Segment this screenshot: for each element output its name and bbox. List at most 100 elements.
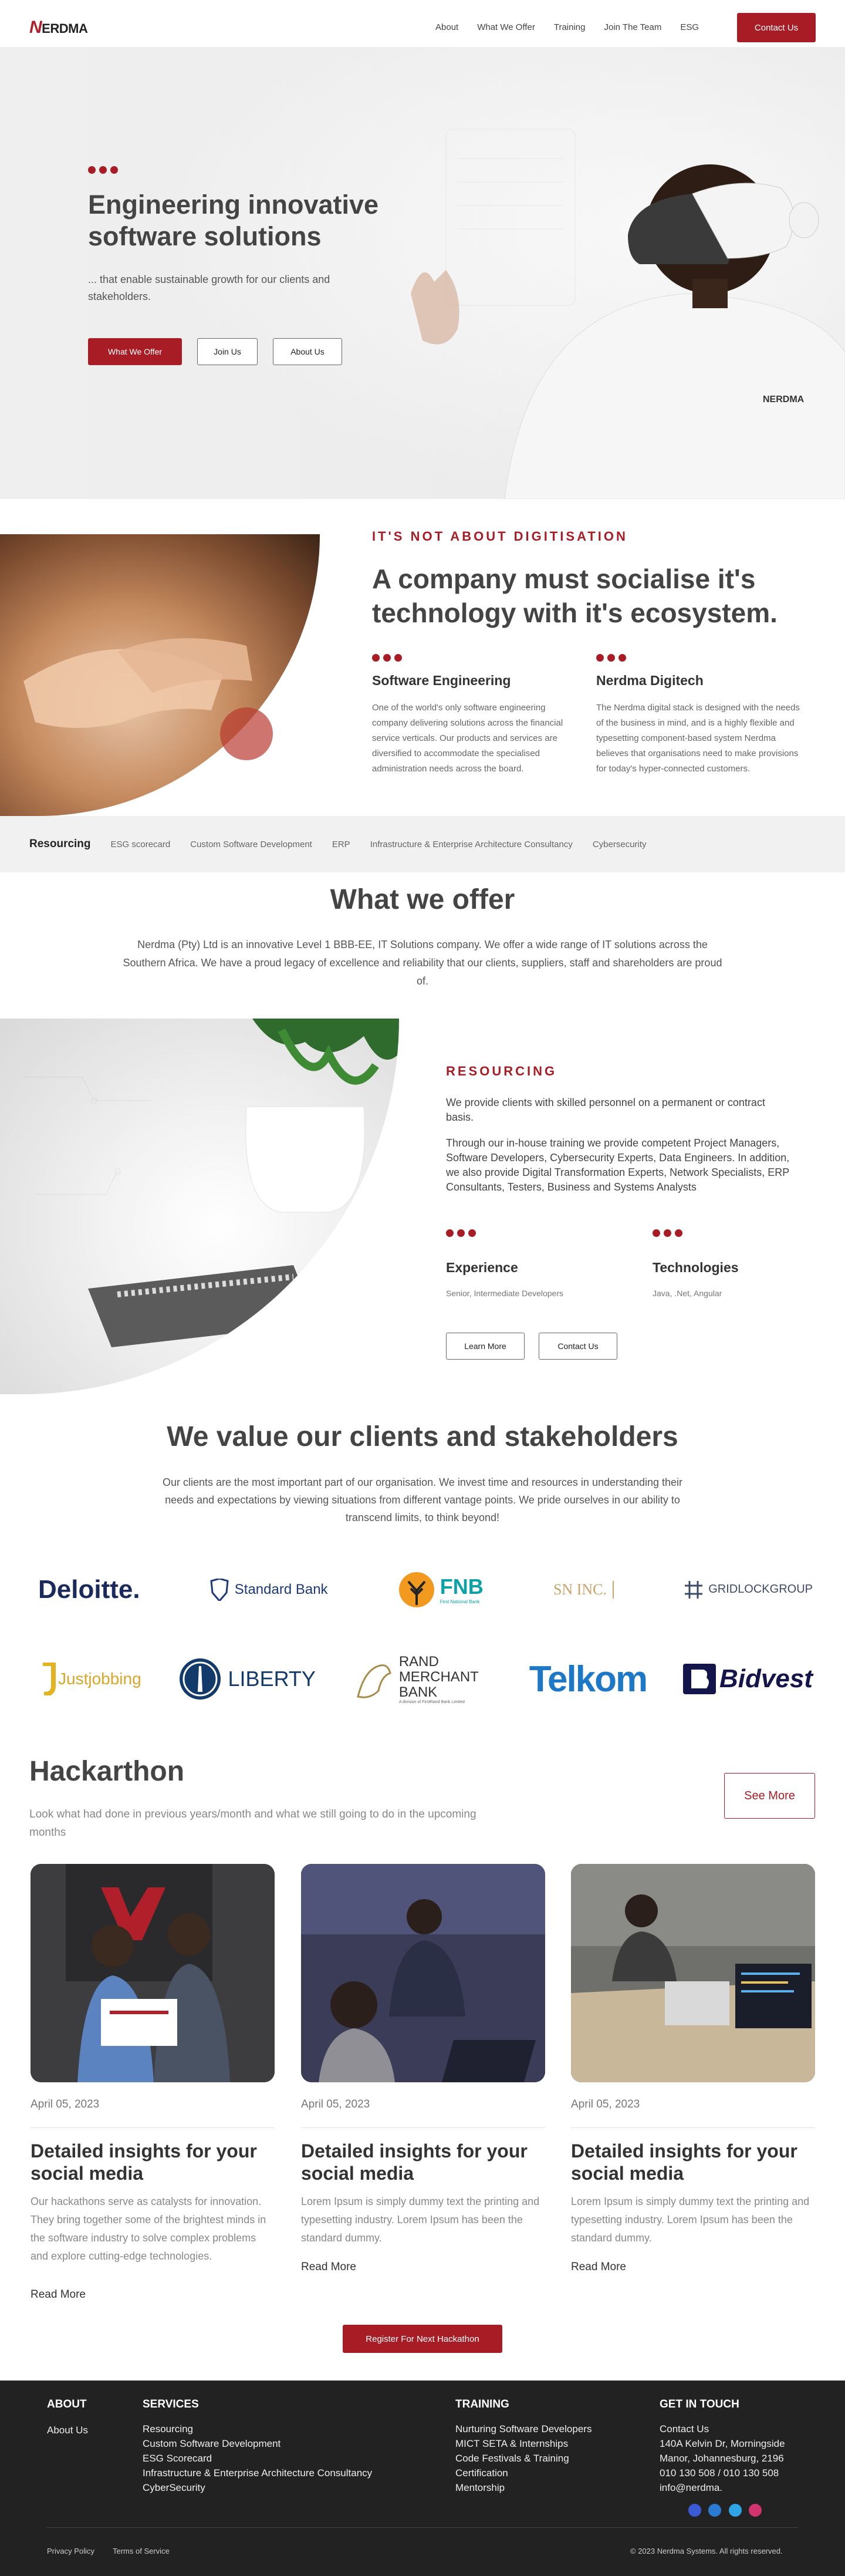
gridlock-icon xyxy=(685,1580,703,1599)
software-engineering-text: One of the world's only software enginee… xyxy=(372,703,563,774)
plant-notebook-image xyxy=(0,1019,399,1394)
bidvest-logo: Bidvest xyxy=(683,1664,813,1694)
nav-join-the-team[interactable]: Join The Team xyxy=(604,22,662,32)
footer-address-line-1: 140A Kelvin Dr, Morningside xyxy=(660,2438,785,2449)
footer-link-cybersecurity[interactable]: CyberSecurity xyxy=(143,2480,205,2495)
hackathon-card-2-read-more[interactable]: Read More xyxy=(301,2261,356,2274)
hackathon-card-3-title: Detailed insights for your social media xyxy=(571,2140,797,2184)
nav-what-we-offer[interactable]: What We Offer xyxy=(477,22,535,32)
resourcing-kicker: RESOURCING xyxy=(446,1064,557,1078)
main-nav: About What We Offer Training Join The Te… xyxy=(435,22,699,32)
hackathon-card-3-date: April 05, 2023 xyxy=(571,2098,640,2110)
standard-bank-shield-icon xyxy=(210,1578,229,1601)
footer-link-custom-software[interactable]: Custom Software Development xyxy=(143,2436,280,2451)
about-us-button[interactable]: About Us xyxy=(273,338,342,365)
footer-link-nurturing[interactable]: Nurturing Software Developers xyxy=(455,2422,592,2436)
footer-divider xyxy=(47,2527,798,2528)
hackathon-card-3-read-more[interactable]: Read More xyxy=(571,2261,626,2274)
resourcing-p1: We provide clients with skilled personne… xyxy=(446,1097,765,1123)
rmb-logo: RAND MERCHANT BANK A division of FirstRa… xyxy=(352,1654,493,1704)
tab-esg-scorecard[interactable]: ESG scorecard xyxy=(111,839,171,849)
footer-contact-heading: GET IN TOUCH xyxy=(660,2398,739,2410)
nav-training[interactable]: Training xyxy=(554,22,586,32)
col2-dots xyxy=(596,654,626,662)
client-logos-row-1: Deloitte. Standard Bank FNB First Nationa… xyxy=(38,1562,813,1617)
nerdma-logo[interactable]: NERDMA xyxy=(29,18,88,38)
terms-of-service-link[interactable]: Terms of Service xyxy=(113,2547,170,2555)
footer-link-code-festivals[interactable]: Code Festivals & Training xyxy=(455,2451,569,2466)
what-we-offer-button[interactable]: What We Offer xyxy=(88,338,182,365)
linkedin-icon[interactable] xyxy=(708,2504,722,2517)
nerdma-digitech-text: The Nerdma digital stack is designed wit… xyxy=(596,703,800,774)
hackathon-card-1-date: April 05, 2023 xyxy=(31,2098,100,2110)
hackathon-card-2-text: Lorem Ipsum is simply dummy text the pri… xyxy=(301,2196,540,2244)
hackathon-card-2-divider xyxy=(301,2127,545,2128)
telkom-logo: Telkom xyxy=(529,1658,648,1700)
register-hackathon-button[interactable]: Register For Next Hackathon xyxy=(343,2325,502,2353)
copyright-text: © 2023 Nerdma Systems. All rights reserv… xyxy=(630,2547,783,2555)
twitter-icon[interactable] xyxy=(728,2504,742,2517)
technologies-dots xyxy=(653,1229,682,1237)
shirt-logo: NERDMA xyxy=(763,395,805,404)
rmb-springbok-icon xyxy=(356,1664,391,1698)
resourcing-p2: Through our in-house training we provide… xyxy=(446,1137,790,1193)
nerdma-digitech-title: Nerdma Digitech xyxy=(596,673,704,688)
footer-social-icons xyxy=(688,2504,766,2520)
footer-address-line-2: Manor, Johannesburg, 2196 xyxy=(660,2453,784,2464)
deloitte-logo: Deloitte. xyxy=(38,1574,140,1604)
facebook-icon[interactable] xyxy=(688,2504,701,2517)
footer-about-us-link[interactable]: About Us xyxy=(47,2423,88,2437)
award-photo-illustration xyxy=(31,1864,275,2082)
about-title: A company must socialise it's technology… xyxy=(372,564,778,628)
tab-resourcing[interactable]: Resourcing xyxy=(29,838,91,851)
footer-link-esg[interactable]: ESG Scorecard xyxy=(143,2451,212,2466)
clients-title: We value our clients and stakeholders xyxy=(167,1421,678,1452)
client-logos-row-2: Justjobbing LIBERTY RAND MERCHANT BANK A… xyxy=(38,1650,813,1708)
footer-link-infrastructure[interactable]: Infrastructure & Enterprise Architecture… xyxy=(143,2466,372,2480)
footer-link-resourcing[interactable]: Resourcing xyxy=(143,2422,193,2436)
see-more-button[interactable]: See More xyxy=(724,1773,815,1819)
footer-about-heading: ABOUT xyxy=(47,2398,87,2410)
plant-illustration xyxy=(23,1019,399,1347)
hackathon-card-1-text: Our hackathons serve as catalysts for in… xyxy=(31,2196,266,2262)
services-tabs: Resourcing ESG scorecard Custom Software… xyxy=(0,816,845,872)
learn-more-button[interactable]: Learn More xyxy=(446,1333,525,1360)
fnb-tree-icon xyxy=(398,1572,434,1607)
nav-esg[interactable]: ESG xyxy=(680,22,699,32)
hackathon-card-3-divider xyxy=(571,2127,815,2128)
tab-custom-software[interactable]: Custom Software Development xyxy=(190,839,312,849)
tab-cybersecurity[interactable]: Cybersecurity xyxy=(593,839,647,849)
hackathon-card-1-read-more[interactable]: Read More xyxy=(31,2288,86,2301)
join-us-button[interactable]: Join Us xyxy=(197,338,258,365)
tab-erp[interactable]: ERP xyxy=(332,839,350,849)
footer-link-mict-seta[interactable]: MICT SETA & Internships xyxy=(455,2436,568,2451)
hackathon-card-2-image xyxy=(301,1864,545,2082)
bidvest-b-icon xyxy=(683,1664,716,1694)
hackathon-room-illustration xyxy=(301,1864,545,2082)
hackathon-card-1-title: Detailed insights for your social media xyxy=(31,2140,257,2184)
technologies-text: Java, .Net, Angular xyxy=(653,1289,722,1298)
hackathon-card-3-image xyxy=(571,1864,815,2082)
software-engineering-title: Software Engineering xyxy=(372,673,511,688)
footer-email[interactable]: info@nerdma. xyxy=(660,2480,722,2495)
header-contact-button[interactable]: Contact Us xyxy=(737,13,816,42)
instagram-icon[interactable] xyxy=(749,2504,762,2517)
privacy-policy-link[interactable]: Privacy Policy xyxy=(47,2547,94,2555)
hackathon-card-2-date: April 05, 2023 xyxy=(301,2098,370,2110)
experience-text: Senior, Intermediate Developers xyxy=(446,1289,563,1298)
hero-subtitle: ... that enable sustainable growth for o… xyxy=(88,274,330,302)
handshake-image xyxy=(0,534,320,816)
footer-contact-link[interactable]: Contact Us xyxy=(660,2422,709,2436)
tab-infrastructure[interactable]: Infrastructure & Enterprise Architecture… xyxy=(370,839,573,849)
footer-link-certification[interactable]: Certification xyxy=(455,2466,508,2480)
hero-title: Engineering innovative software solution… xyxy=(88,190,379,251)
nav-about[interactable]: About xyxy=(435,22,458,32)
clients-text: Our clients are the most important part … xyxy=(162,1476,683,1523)
hackathon-card-1-image xyxy=(31,1864,275,2082)
resourcing-contact-button[interactable]: Contact Us xyxy=(539,1333,617,1360)
hackathon-subtitle: Look what had done in previous years/mon… xyxy=(29,1808,476,1839)
footer-link-mentorship[interactable]: Mentorship xyxy=(455,2480,505,2495)
footer: ABOUT About Us SERVICES Resourcing Custo… xyxy=(0,2381,845,2576)
gridlock-group-logo: GRIDLOCKGROUP xyxy=(684,1580,813,1600)
handshake-illustration xyxy=(23,638,273,760)
